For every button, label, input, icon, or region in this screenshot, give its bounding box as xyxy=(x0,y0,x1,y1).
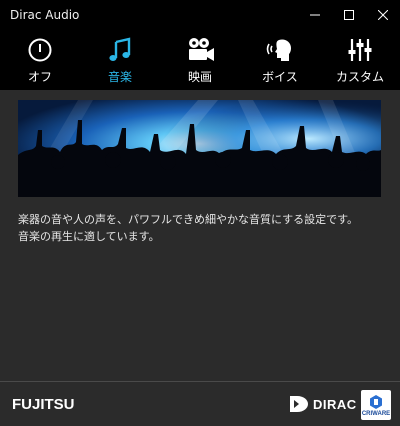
footer: FUJITSU DIRAC CRIWARE xyxy=(0,382,400,426)
dirac-logo: DIRAC xyxy=(288,394,357,414)
dirac-mark-icon xyxy=(290,396,308,412)
criware-logo: CRIWARE xyxy=(361,390,391,420)
mode-off[interactable]: オフ xyxy=(0,30,80,90)
concert-crowd-image xyxy=(18,100,381,197)
mode-movie[interactable]: 映画 xyxy=(160,30,240,90)
power-icon xyxy=(28,38,52,62)
music-note-icon xyxy=(109,37,131,61)
maximize-button[interactable] xyxy=(332,0,366,30)
window-title: Dirac Audio xyxy=(10,8,80,22)
criware-text: CRIWARE xyxy=(361,410,391,417)
movie-camera-icon xyxy=(189,38,214,61)
mode-off-label: オフ xyxy=(27,70,52,84)
mode-custom-label: カスタム xyxy=(335,70,384,84)
minimize-button[interactable] xyxy=(298,0,332,30)
fujitsu-logo: FUJITSU xyxy=(12,396,75,413)
title-bar: Dirac Audio xyxy=(0,0,400,30)
maximize-icon xyxy=(344,10,354,20)
close-button[interactable] xyxy=(366,0,400,30)
mode-custom[interactable]: カスタム xyxy=(320,30,400,90)
equalizer-icon xyxy=(348,39,372,61)
mode-bar: オフ 音楽 映画 ボイス カスタム xyxy=(0,30,400,90)
dirac-text: DIRAC xyxy=(313,396,357,412)
minimize-icon xyxy=(310,14,320,16)
mode-music-label: 音楽 xyxy=(107,70,132,84)
content-area: 楽器の音や人の声を、パワフルできめ細やかな音質にする設定です。 音楽の再生に適し… xyxy=(0,90,400,380)
close-icon xyxy=(378,10,388,20)
mode-voice-label: ボイス xyxy=(262,70,298,84)
mode-description: 楽器の音や人の声を、パワフルできめ細やかな音質にする設定です。 音楽の再生に適し… xyxy=(18,211,388,245)
description-line-1: 楽器の音や人の声を、パワフルできめ細やかな音質にする設定です。 xyxy=(18,213,359,226)
mode-voice[interactable]: ボイス xyxy=(240,30,320,90)
voice-head-icon xyxy=(266,39,291,61)
mode-movie-label: 映画 xyxy=(187,70,212,84)
description-line-2: 音楽の再生に適しています。 xyxy=(18,230,160,243)
mode-music[interactable]: 音楽 xyxy=(80,30,160,90)
criware-mark-icon xyxy=(370,394,382,409)
